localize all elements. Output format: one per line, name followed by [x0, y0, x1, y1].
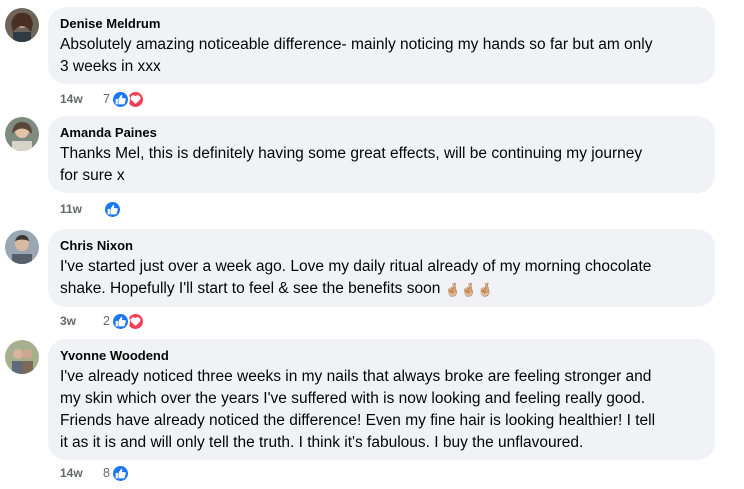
comment-bubble: Yvonne Woodend I've already noticed thre…	[48, 339, 715, 460]
avatar[interactable]	[5, 8, 39, 42]
like-icon	[103, 199, 122, 219]
comment-bubble: Chris Nixon I've started just over a wee…	[48, 229, 715, 307]
comment-meta: 14w 7	[60, 89, 145, 109]
comment-text: I've started just over a week ago. Love …	[60, 256, 703, 301]
reaction-count[interactable]: 2	[103, 314, 110, 328]
like-icon	[110, 89, 130, 109]
comment-text-body: I've started just over a week ago. Love …	[60, 258, 652, 297]
comment-author[interactable]: Chris Nixon	[60, 238, 703, 254]
avatar[interactable]	[5, 230, 39, 264]
comment-time[interactable]: 14w	[60, 466, 103, 480]
reaction-count[interactable]: 8	[103, 466, 110, 480]
comment-text: Absolutely amazing noticeable difference…	[60, 36, 653, 75]
reactions[interactable]	[110, 89, 145, 109]
comment-bubble: Denise Meldrum Absolutely amazing notice…	[48, 7, 715, 84]
reactions[interactable]	[110, 463, 130, 483]
comment-author[interactable]: Amanda Paines	[60, 125, 703, 141]
reactions[interactable]	[103, 199, 122, 219]
like-icon	[110, 311, 130, 331]
comment-bubble: Amanda Paines Thanks Mel, this is defini…	[48, 116, 715, 193]
comment-time[interactable]: 3w	[60, 314, 103, 328]
reaction-count[interactable]: 7	[103, 92, 110, 106]
comment-time[interactable]: 14w	[60, 92, 103, 106]
comment-meta: 11w	[60, 199, 122, 219]
comment-text: I've already noticed three weeks in my n…	[60, 368, 656, 451]
comment-text: Thanks Mel, this is definitely having so…	[60, 145, 643, 184]
avatar[interactable]	[5, 117, 39, 151]
comment-meta: 3w 2	[60, 311, 145, 331]
reactions[interactable]	[110, 311, 145, 331]
like-icon	[110, 463, 130, 483]
comment-meta: 14w 8	[60, 463, 130, 483]
comment-author[interactable]: Denise Meldrum	[60, 16, 703, 32]
comment-time[interactable]: 11w	[60, 202, 103, 216]
crossed-fingers-emoji: 🤞🏼🤞🏼🤞🏼	[444, 282, 494, 297]
avatar[interactable]	[5, 340, 39, 374]
comment-author[interactable]: Yvonne Woodend	[60, 348, 703, 364]
